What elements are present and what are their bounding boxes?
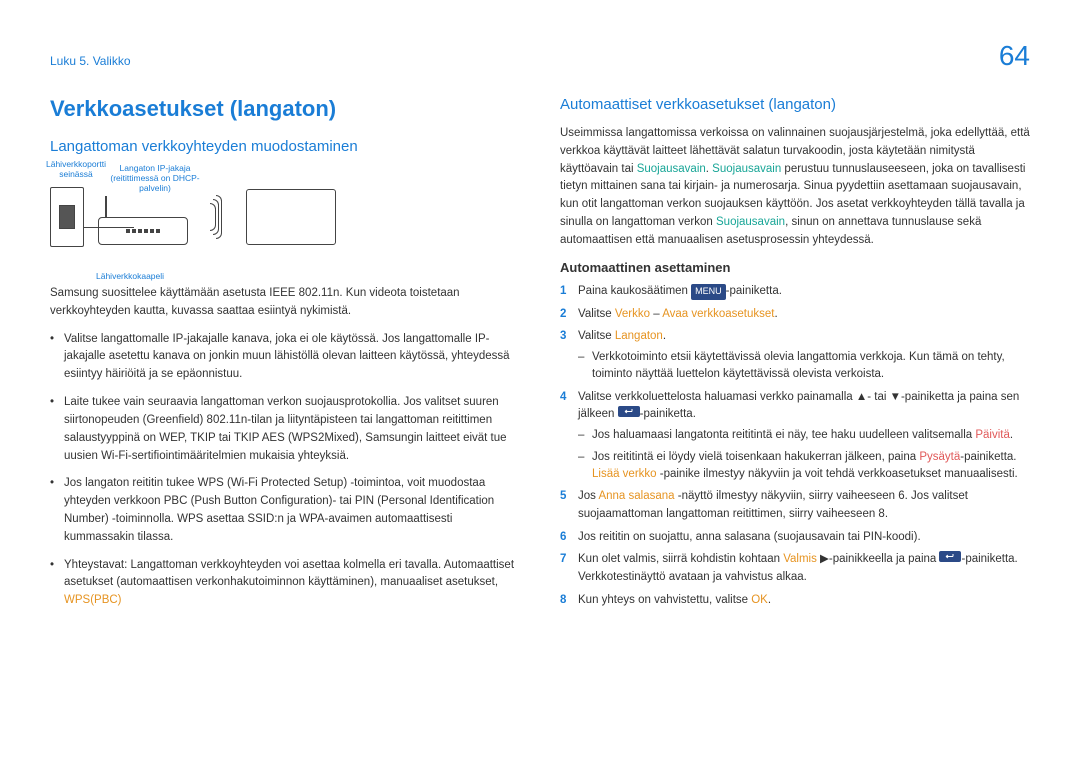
enter-password-label: Anna salasana xyxy=(598,490,674,502)
security-key-term: Suojausavain xyxy=(716,216,785,228)
step-7: Kun olet valmis, siirrä kohdistin kohtaa… xyxy=(560,551,1030,587)
subsection-title-right: Automaattiset verkkoasetukset (langaton) xyxy=(560,96,1030,113)
wall-port-icon xyxy=(50,187,84,247)
add-network-label: Lisää verkko xyxy=(592,468,657,480)
security-key-term: Suojausavain xyxy=(637,163,706,175)
intro-right: Useimmissa langattomissa verkoissa on va… xyxy=(560,125,1030,250)
auto-setup-heading: Automaattinen asettaminen xyxy=(560,260,1030,275)
bullet-text: Yhteystavat: Langattoman verkkoyhteyden … xyxy=(64,559,514,589)
wps-pbc-label: WPS(PBC) xyxy=(64,594,122,606)
page-header: Luku 5. Valikko 64 xyxy=(50,40,1030,72)
breadcrumb: Luku 5. Valikko xyxy=(50,54,131,68)
step-6: Jos reititin on suojattu, anna salasana … xyxy=(560,529,1030,547)
bullet-list: Valitse langattomalle IP-jakajalle kanav… xyxy=(50,331,520,610)
intro-paragraph: Samsung suosittelee käyttämään asetusta … xyxy=(50,285,520,321)
page-number: 64 xyxy=(999,40,1030,72)
refresh-label: Päivitä xyxy=(975,429,1010,441)
content-columns: Verkkoasetukset (langaton) Langattoman v… xyxy=(50,96,1030,620)
enter-button-icon xyxy=(939,551,961,562)
ok-label: OK xyxy=(751,594,768,606)
sub-item: Jos haluamaasi langatonta reititintä ei … xyxy=(578,427,1030,444)
step-8: Kun yhteys on vahvistettu, valitse OK. xyxy=(560,592,1030,610)
bullet-item: Jos langaton reititin tukee WPS (Wi-Fi P… xyxy=(50,475,520,546)
right-column: Automaattiset verkkoasetukset (langaton)… xyxy=(560,96,1030,620)
menu-path-langaton: Langaton xyxy=(615,330,663,342)
step-4: Valitse verkkoluettelosta haluamasi verk… xyxy=(560,389,1030,483)
diagram-label-cable: Lähiverkkokaapeli xyxy=(96,271,164,281)
monitor-icon xyxy=(246,189,336,245)
bullet-item: Valitse langattomalle IP-jakajalle kanav… xyxy=(50,331,520,384)
step-1: Paina kaukosäätimen MENU-painiketta. xyxy=(560,283,1030,301)
menu-path-avaa: Avaa verkkoasetukset xyxy=(662,308,774,320)
menu-button-icon: MENU xyxy=(691,284,726,300)
security-key-term: Suojausavain xyxy=(712,163,781,175)
wifi-waves-icon xyxy=(202,197,232,237)
section-title: Verkkoasetukset (langaton) xyxy=(50,96,520,122)
step-5: Jos Anna salasana -näyttö ilmestyy näkyv… xyxy=(560,488,1030,524)
step-3: Valitse Langaton. Verkkotoiminto etsii k… xyxy=(560,328,1030,383)
left-column: Verkkoasetukset (langaton) Langattoman v… xyxy=(50,96,520,620)
steps-list: Paina kaukosäätimen MENU-painiketta. Val… xyxy=(560,283,1030,610)
bullet-item: Yhteystavat: Langattoman verkkoyhteyden … xyxy=(50,557,520,610)
sub-item: Verkkotoiminto etsii käytettävissä olevi… xyxy=(578,349,1030,384)
step-3-sub: Verkkotoiminto etsii käytettävissä olevi… xyxy=(578,349,1030,384)
bullet-item: Laite tukee vain seuraavia langattoman v… xyxy=(50,394,520,465)
done-label: Valmis xyxy=(783,553,817,565)
network-diagram: Lähiverkkoportti seinässä Langaton IP-ja… xyxy=(50,167,520,267)
sub-item: Jos reititintä ei löydy vielä toisenkaan… xyxy=(578,449,1030,484)
diagram-label-port: Lähiverkkoportti seinässä xyxy=(46,159,106,179)
step-2: Valitse Verkko – Avaa verkkoasetukset. xyxy=(560,306,1030,324)
enter-button-icon xyxy=(618,406,640,417)
router-icon xyxy=(98,217,188,245)
subsection-title: Langattoman verkkoyhteyden muodostaminen xyxy=(50,138,520,155)
stop-label: Pysäytä xyxy=(919,451,960,463)
diagram-label-router: Langaton IP-jakaja (reitittimessä on DHC… xyxy=(100,163,210,194)
menu-path-verkko: Verkko xyxy=(615,308,650,320)
step-4-sub: Jos haluamaasi langatonta reititintä ei … xyxy=(578,427,1030,483)
